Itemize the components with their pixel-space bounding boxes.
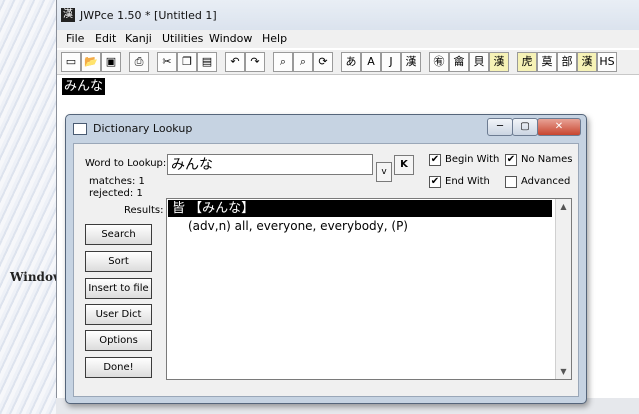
- bushu-icon[interactable]: 貝: [469, 52, 489, 72]
- kanji-app-icon: 漢: [61, 8, 75, 22]
- paste-icon[interactable]: ▤: [197, 52, 217, 72]
- desktop-background: [0, 0, 56, 414]
- k-button[interactable]: K: [394, 155, 414, 175]
- kanji-info-icon[interactable]: 莫: [537, 52, 557, 72]
- redo-icon[interactable]: ↷: [245, 52, 265, 72]
- menu-help[interactable]: Help: [262, 32, 287, 45]
- lookup-label: Word to Lookup:: [85, 158, 167, 169]
- results-scrollbar[interactable]: ▲ ▼: [555, 199, 571, 379]
- close-button[interactable]: ✕: [537, 118, 581, 136]
- matches-count: matches: 1: [89, 176, 145, 187]
- scroll-down-icon[interactable]: ▼: [556, 364, 571, 379]
- advanced-checkbox[interactable]: [505, 176, 517, 188]
- ascii-mode[interactable]: A: [361, 52, 381, 72]
- reading-icon[interactable]: 漢: [489, 52, 509, 72]
- dictionary-lookup-dialog: Dictionary Lookup ─ ▢ ✕ Word to Lookup: …: [65, 114, 587, 404]
- dialog-body: Word to Lookup: みんな v K matches: 1 rejec…: [73, 143, 579, 397]
- copy-icon[interactable]: ❐: [177, 52, 197, 72]
- hiragana-mode[interactable]: あ: [341, 52, 361, 72]
- selected-text[interactable]: みんな: [62, 78, 106, 95]
- scroll-up-icon[interactable]: ▲: [556, 199, 571, 214]
- dict-icon[interactable]: 虎: [517, 52, 537, 72]
- jis-mode[interactable]: J: [381, 52, 401, 72]
- sort-button[interactable]: Sort: [85, 251, 152, 272]
- window-title: JWPce 1.50 * [Untitled 1]: [80, 9, 217, 22]
- search-button[interactable]: Search: [85, 224, 152, 245]
- rejected-count: rejected: 1: [89, 188, 143, 199]
- hs-icon[interactable]: HS: [597, 52, 617, 72]
- results-list[interactable]: 皆 【みんな】 (adv,n) all, everyone, everybody…: [166, 198, 572, 380]
- undo-icon[interactable]: ↶: [225, 52, 245, 72]
- maximize-button[interactable]: ▢: [512, 118, 538, 136]
- print-icon[interactable]: ⎙: [129, 52, 149, 72]
- kanji-mode[interactable]: 漢: [401, 52, 421, 72]
- dropdown-button[interactable]: v: [376, 162, 392, 182]
- insert-to-file-button[interactable]: Insert to file: [85, 278, 152, 299]
- begin-with-checkbox[interactable]: ✔: [429, 154, 441, 166]
- results-label: Results:: [124, 205, 164, 216]
- done-button[interactable]: Done!: [85, 357, 152, 378]
- no-names-label: No Names: [521, 154, 573, 165]
- search-icon[interactable]: ⌕: [273, 52, 293, 72]
- menu-window[interactable]: Window: [209, 32, 252, 45]
- lookup-input[interactable]: みんな: [167, 154, 373, 175]
- cut-icon[interactable]: ✂: [157, 52, 177, 72]
- options-button[interactable]: Options: [85, 330, 152, 351]
- save-icon[interactable]: ▣: [101, 52, 121, 72]
- menu-utilities[interactable]: Utilities: [162, 32, 203, 45]
- end-with-checkbox[interactable]: ✔: [429, 176, 441, 188]
- title-bar[interactable]: 漢 JWPce 1.50 * [Untitled 1]: [57, 0, 639, 31]
- kanji-lookup-icon[interactable]: 漢: [577, 52, 597, 72]
- user-dict-button[interactable]: User Dict: [85, 304, 152, 325]
- toolbar: ▭ 📂 ▣ ⎙ ✂ ❐ ▤ ↶ ↷ ⌕ ⌕ ⟳ あ A J 漢 ㊒ 龠 貝 漢 …: [57, 50, 639, 75]
- open-icon[interactable]: 📂: [81, 52, 101, 72]
- advanced-label: Advanced: [521, 176, 571, 187]
- menu-bar: File Edit Kanji Utilities Window Help: [57, 30, 639, 48]
- no-names-checkbox[interactable]: ✔: [505, 154, 517, 166]
- dialog-window-icon: [73, 123, 87, 135]
- search-next-icon[interactable]: ⟳: [313, 52, 333, 72]
- menu-file[interactable]: File: [66, 32, 84, 45]
- menu-kanji[interactable]: Kanji: [125, 32, 152, 45]
- lookup-icon[interactable]: ㊒: [429, 52, 449, 72]
- menu-edit[interactable]: Edit: [95, 32, 116, 45]
- radical-icon[interactable]: 龠: [449, 52, 469, 72]
- new-icon[interactable]: ▭: [61, 52, 81, 72]
- replace-icon[interactable]: ⌕: [293, 52, 313, 72]
- begin-with-label: Begin With: [445, 154, 500, 165]
- dialog-title: Dictionary Lookup: [93, 122, 193, 135]
- result-definition[interactable]: (adv,n) all, everyone, everybody, (P): [188, 219, 408, 233]
- radical-lookup-icon[interactable]: 部: [557, 52, 577, 72]
- end-with-label: End With: [445, 176, 490, 187]
- minimize-button[interactable]: ─: [487, 118, 513, 136]
- result-headword[interactable]: 皆 【みんな】: [168, 200, 552, 217]
